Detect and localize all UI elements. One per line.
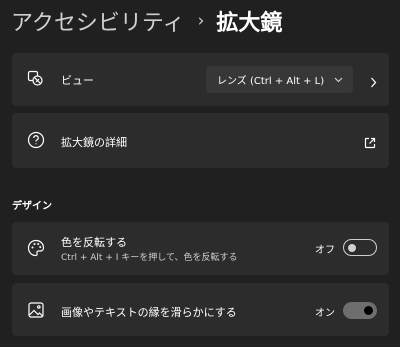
magnifier-details-row[interactable]: 拡大鏡の詳細 — [12, 113, 389, 168]
help-circle-icon — [26, 130, 46, 150]
magnifier-details-label: 拡大鏡の詳細 — [61, 136, 127, 149]
view-mode-dropdown[interactable]: レンズ (Ctrl + Alt + L) — [206, 66, 353, 93]
design-section-header: デザイン — [12, 201, 52, 212]
chevron-right-icon[interactable] — [370, 73, 377, 92]
page-title: 拡大鏡 — [216, 11, 283, 36]
view-setting-row[interactable]: ビュー レンズ (Ctrl + Alt + L) — [12, 53, 389, 106]
invert-colors-label: 色を反転する — [61, 236, 127, 249]
magnifier-view-icon — [26, 69, 46, 89]
view-mode-value: レンズ (Ctrl + Alt + L) — [217, 76, 325, 87]
view-label: ビュー — [61, 74, 94, 87]
open-external-icon[interactable] — [364, 134, 376, 153]
chevron-down-icon — [334, 75, 343, 86]
smooth-edges-label: 画像やテキストの縁を滑らかにする — [61, 306, 237, 319]
toggle-knob — [364, 306, 373, 315]
palette-icon — [26, 238, 46, 258]
invert-colors-state-text: オフ — [315, 245, 335, 256]
smooth-edges-state-text: オン — [315, 308, 335, 319]
breadcrumb: アクセシビリティ › 拡大鏡 — [11, 4, 282, 38]
breadcrumb-parent-link[interactable]: アクセシビリティ — [11, 5, 185, 37]
smooth-edges-toggle[interactable] — [343, 302, 377, 319]
toggle-knob — [348, 243, 356, 252]
invert-colors-row: 色を反転する Ctrl + Alt + I キーを押して、色を反転する オフ — [12, 222, 389, 275]
smooth-edges-row: 画像やテキストの縁を滑らかにする オン — [12, 283, 389, 336]
breadcrumb-separator: › — [197, 11, 205, 31]
image-icon — [26, 300, 46, 320]
invert-colors-description: Ctrl + Alt + I キーを押して、色を反転する — [61, 253, 238, 263]
invert-colors-toggle[interactable] — [343, 239, 377, 256]
